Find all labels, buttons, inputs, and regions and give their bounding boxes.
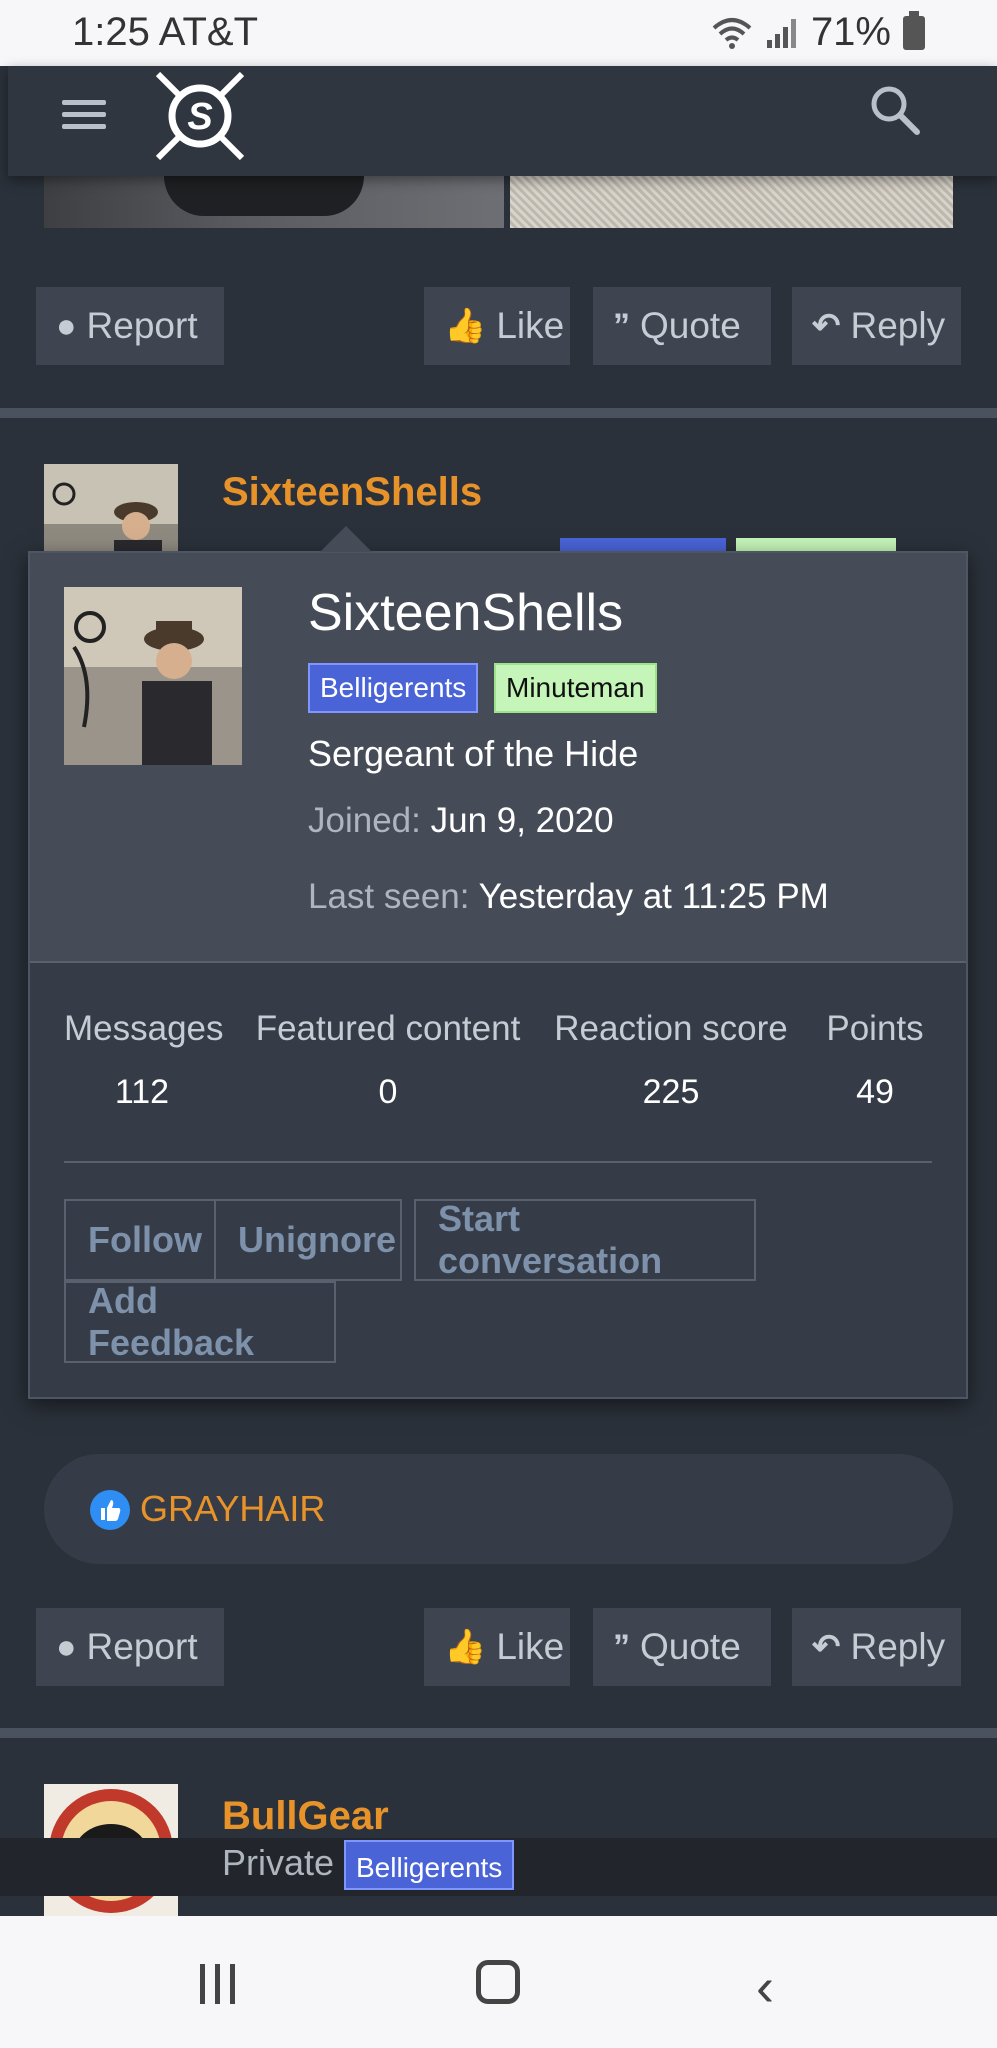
post-divider bbox=[0, 1728, 997, 1738]
post-badge-peek bbox=[560, 538, 726, 552]
last-seen-line: Last seen: Yesterday at 11:25 PM bbox=[308, 877, 829, 916]
add-feedback-button[interactable]: Add Feedback bbox=[64, 1280, 336, 1363]
popup-arrow bbox=[320, 526, 372, 552]
battery-icon bbox=[903, 10, 925, 50]
follow-button[interactable]: Follow bbox=[64, 1199, 216, 1281]
post-username[interactable]: SixteenShells bbox=[222, 470, 482, 515]
post-actions-2: ● Report 👍 Like ” Quote ↶ Reply bbox=[36, 1608, 961, 1686]
reply-button[interactable]: ↶ Reply bbox=[792, 1608, 961, 1686]
post-actions: ● Report 👍 Like ” Quote ↶ Reply bbox=[36, 287, 961, 365]
like-button[interactable]: 👍 Like bbox=[424, 287, 570, 365]
stat-points[interactable]: Points 49 bbox=[818, 1009, 932, 1112]
member-tooltip-card: SixteenShells Belligerents Minuteman Ser… bbox=[28, 551, 968, 1399]
like-reaction-icon bbox=[90, 1490, 130, 1530]
reactions-bar[interactable]: GRAYHAIR bbox=[44, 1454, 953, 1564]
system-nav-bar: ‹ bbox=[0, 1916, 997, 2048]
user-title: Private bbox=[222, 1842, 335, 1883]
member-card-header: SixteenShells Belligerents Minuteman Ser… bbox=[30, 553, 966, 963]
menu-icon[interactable] bbox=[62, 96, 112, 136]
status-bar: 1:25 AT&T 71% bbox=[0, 0, 997, 66]
reaction-user-link[interactable]: GRAYHAIR bbox=[140, 1488, 325, 1530]
status-right: 71% bbox=[711, 10, 925, 55]
reply-button[interactable]: ↶ Reply bbox=[792, 287, 961, 365]
bottom-overlay-strip: Private Belligerents bbox=[0, 1838, 997, 1896]
status-time: 1:25 AT&T bbox=[72, 10, 259, 54]
unignore-button[interactable]: Unignore bbox=[214, 1199, 402, 1281]
joined-line: Joined: Jun 9, 2020 bbox=[308, 801, 614, 840]
badge-belligerents: Belligerents bbox=[344, 1840, 515, 1890]
joined-date: Jun 9, 2020 bbox=[430, 801, 614, 840]
top-nav-bar: S bbox=[8, 66, 997, 176]
alert-icon: ● bbox=[56, 1627, 77, 1666]
quote-button[interactable]: ” Quote bbox=[593, 287, 771, 365]
svg-text:S: S bbox=[187, 96, 212, 138]
stat-reaction-score[interactable]: Reaction score 225 bbox=[554, 1009, 788, 1112]
back-icon[interactable]: ‹ bbox=[756, 1956, 774, 2018]
post-badge-peek-2 bbox=[736, 538, 896, 552]
member-name[interactable]: SixteenShells bbox=[308, 583, 623, 643]
post-username[interactable]: BullGear bbox=[222, 1794, 389, 1839]
report-button[interactable]: ● Report bbox=[36, 287, 224, 365]
reply-icon: ↶ bbox=[812, 1628, 841, 1666]
home-icon[interactable] bbox=[476, 1960, 520, 2004]
stat-messages[interactable]: Messages 112 bbox=[64, 1009, 224, 1112]
site-logo[interactable]: S bbox=[150, 66, 250, 166]
signal-icon bbox=[766, 18, 796, 48]
attachment-image-right[interactable] bbox=[510, 176, 953, 228]
member-title: Sergeant of the Hide bbox=[308, 733, 639, 774]
quote-button[interactable]: ” Quote bbox=[593, 1608, 771, 1686]
search-icon[interactable] bbox=[865, 80, 925, 140]
like-button[interactable]: 👍 Like bbox=[424, 1608, 570, 1686]
thumbs-up-icon: 👍 bbox=[444, 307, 487, 345]
wifi-icon bbox=[712, 17, 752, 49]
attachment-image-left[interactable] bbox=[44, 176, 504, 228]
quote-icon: ” bbox=[613, 306, 630, 345]
badge-minuteman: Minuteman bbox=[494, 663, 657, 713]
last-seen-value: Yesterday at 11:25 PM bbox=[478, 877, 829, 916]
quote-icon: ” bbox=[613, 1627, 630, 1666]
battery-percent: 71% bbox=[810, 10, 891, 54]
recent-apps-icon[interactable] bbox=[198, 1964, 238, 2004]
post-divider bbox=[0, 408, 997, 418]
member-avatar[interactable] bbox=[64, 587, 242, 765]
thumbs-up-icon: 👍 bbox=[444, 1628, 487, 1666]
badge-belligerents: Belligerents bbox=[308, 663, 479, 713]
start-conversation-button[interactable]: Start conversation bbox=[414, 1198, 756, 1281]
stats-divider bbox=[64, 1161, 932, 1163]
stat-featured-content[interactable]: Featured content 0 bbox=[250, 1009, 526, 1112]
report-button[interactable]: ● Report bbox=[36, 1608, 224, 1686]
post-image-strip[interactable] bbox=[44, 176, 953, 228]
reply-icon: ↶ bbox=[812, 307, 841, 345]
alert-icon: ● bbox=[56, 306, 77, 345]
